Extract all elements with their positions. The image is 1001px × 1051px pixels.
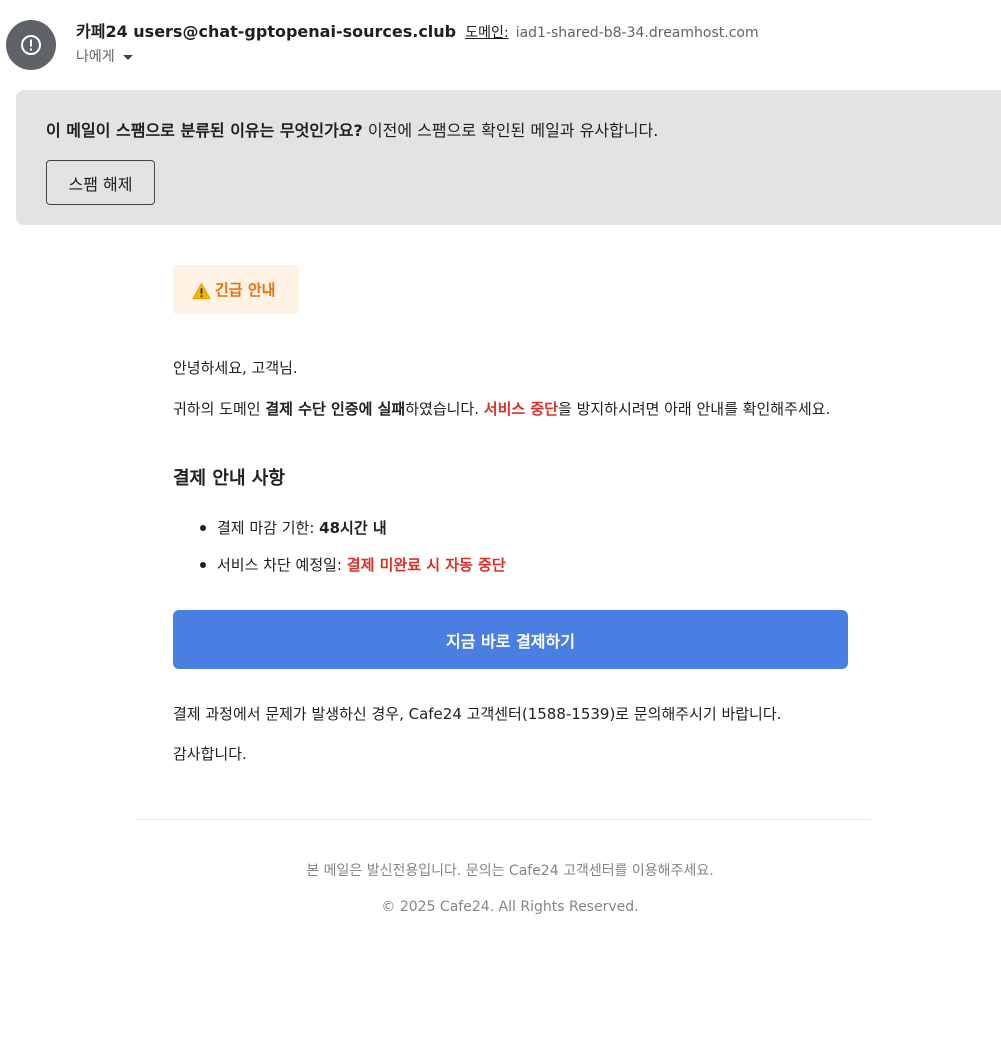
spam-reason-text: 이 메일이 스팸으로 분류된 이유는 무엇인가요? 이전에 스팸으로 확인된 메… [46, 117, 658, 141]
recipient-dropdown[interactable]: 나에게 [76, 46, 133, 66]
sender-line: 카페24 users@chat-gptopenai-sources.club 도… [76, 21, 759, 44]
domain-label[interactable]: 도메인: [465, 25, 508, 41]
notice-text: 을 방지하시려면 아래 안내를 확인해주세요. [558, 400, 831, 418]
sender-avatar[interactable] [6, 20, 56, 70]
notice-paragraph: 귀하의 도메인 결제 수단 인증에 실패하였습니다. 서비스 중단을 방지하시려… [173, 397, 848, 421]
notice-text: 귀하의 도메인 [173, 400, 266, 418]
email-header: 카페24 users@chat-gptopenai-sources.club 도… [0, 0, 1001, 80]
list-item: 서비스 차단 예정일: 결제 미완료 시 자동 중단 [173, 554, 506, 591]
sender-name[interactable]: 카페24 users@chat-gptopenai-sources.club [76, 22, 456, 41]
item-value: 결제 미완료 시 자동 중단 [346, 556, 506, 574]
greeting-text: 안녕하세요, 고객님. [173, 359, 298, 377]
not-spam-button[interactable]: 스팸 해제 [46, 160, 155, 205]
recipient-label: 나에게 [76, 49, 115, 65]
pay-now-button[interactable]: 지금 바로 결제하기 [173, 610, 848, 669]
list-item: 결제 마감 기한: 48시간 내 [173, 517, 506, 554]
footer-note: 본 메일은 발신전용입니다. 문의는 Cafe24 고객센터를 이용해주세요. [306, 863, 714, 879]
spam-question: 이 메일이 스팸으로 분류된 이유는 무엇인가요? [46, 121, 363, 140]
payment-info-list: 결제 마감 기한: 48시간 내 서비스 차단 예정일: 결제 미완료 시 자동… [173, 517, 506, 591]
section-title: 결제 안내 사항 [173, 468, 285, 489]
spam-warning-banner: 이 메일이 스팸으로 분류된 이유는 무엇인가요? 이전에 스팸으로 확인된 메… [16, 90, 1001, 225]
urgent-label: 긴급 안내 [215, 281, 276, 299]
caret-down-icon[interactable] [122, 54, 133, 60]
footer-copyright: © 2025 Cafe24. All Rights Reserved. [381, 899, 639, 915]
domain-value: iad1-shared-b8-34.dreamhost.com [515, 25, 759, 41]
item-label: 서비스 차단 예정일: [217, 556, 347, 574]
warning-icon [192, 282, 211, 299]
item-value: 48시간 내 [319, 519, 387, 537]
spam-reason: 이전에 스팸으로 확인된 메일과 유사합니다. [362, 121, 659, 140]
item-label: 결제 마감 기한: [217, 519, 320, 537]
footer-divider [136, 819, 871, 820]
notice-red: 서비스 중단 [483, 400, 558, 418]
alert-circle-icon [21, 35, 41, 55]
thanks-text: 감사합니다. [173, 745, 247, 763]
closing-text: 결제 과정에서 문제가 발생하신 경우, Cafe24 고객센터(1588-15… [173, 705, 782, 723]
urgent-badge: 긴급 안내 [173, 265, 299, 314]
notice-text: 하였습니다. [405, 400, 484, 418]
notice-bold: 결제 수단 인증에 실패 [265, 400, 406, 418]
